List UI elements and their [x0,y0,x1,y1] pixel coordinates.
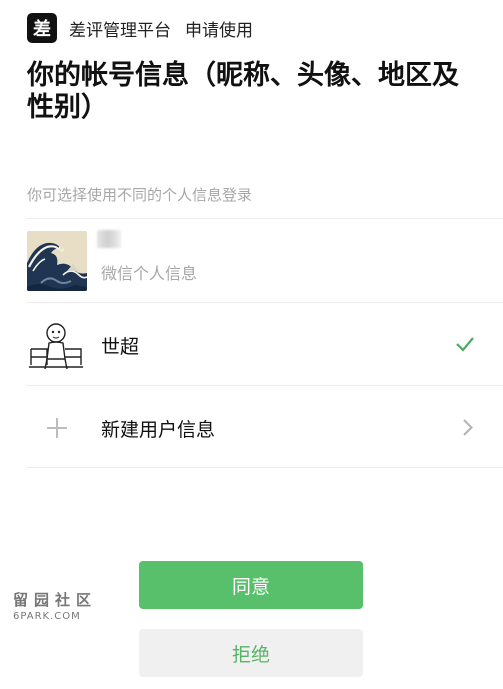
meme-avatar [27,319,85,371]
hint-text: 你可选择使用不同的个人信息登录 [27,186,253,204]
divider [27,467,503,468]
wechat-info-label: 微信个人信息 [101,264,198,283]
app-header: 差 差评管理平台 申请使用 [27,13,253,43]
chevron-right-icon [463,419,473,436]
new-user-option[interactable]: 新建用户信息 [27,386,503,468]
account-nickname: 世超 [101,336,140,358]
nickname-blurred [97,230,121,248]
app-name: 差评管理平台 [69,20,171,41]
watermark-url: 6PARK.COM [13,611,81,622]
check-icon [456,337,474,352]
site-watermark: 留园社区 6PARK.COM [13,589,98,622]
watermark-text: 留园社区 [13,591,98,609]
agree-button[interactable]: 同意 [139,561,363,609]
account-option-wechat[interactable]: 微信个人信息 [27,220,503,302]
reject-button[interactable]: 拒绝 [139,629,363,677]
request-action-text: 申请使用 [185,20,253,41]
app-logo: 差 [27,13,57,43]
page-title: 你的帐号信息（昵称、头像、地区及性别） [27,60,459,123]
great-wave-avatar [27,231,87,291]
plus-icon [47,418,67,438]
account-option-shichao[interactable]: 世超 [27,303,503,385]
new-user-label: 新建用户信息 [101,419,216,441]
divider [27,218,503,219]
